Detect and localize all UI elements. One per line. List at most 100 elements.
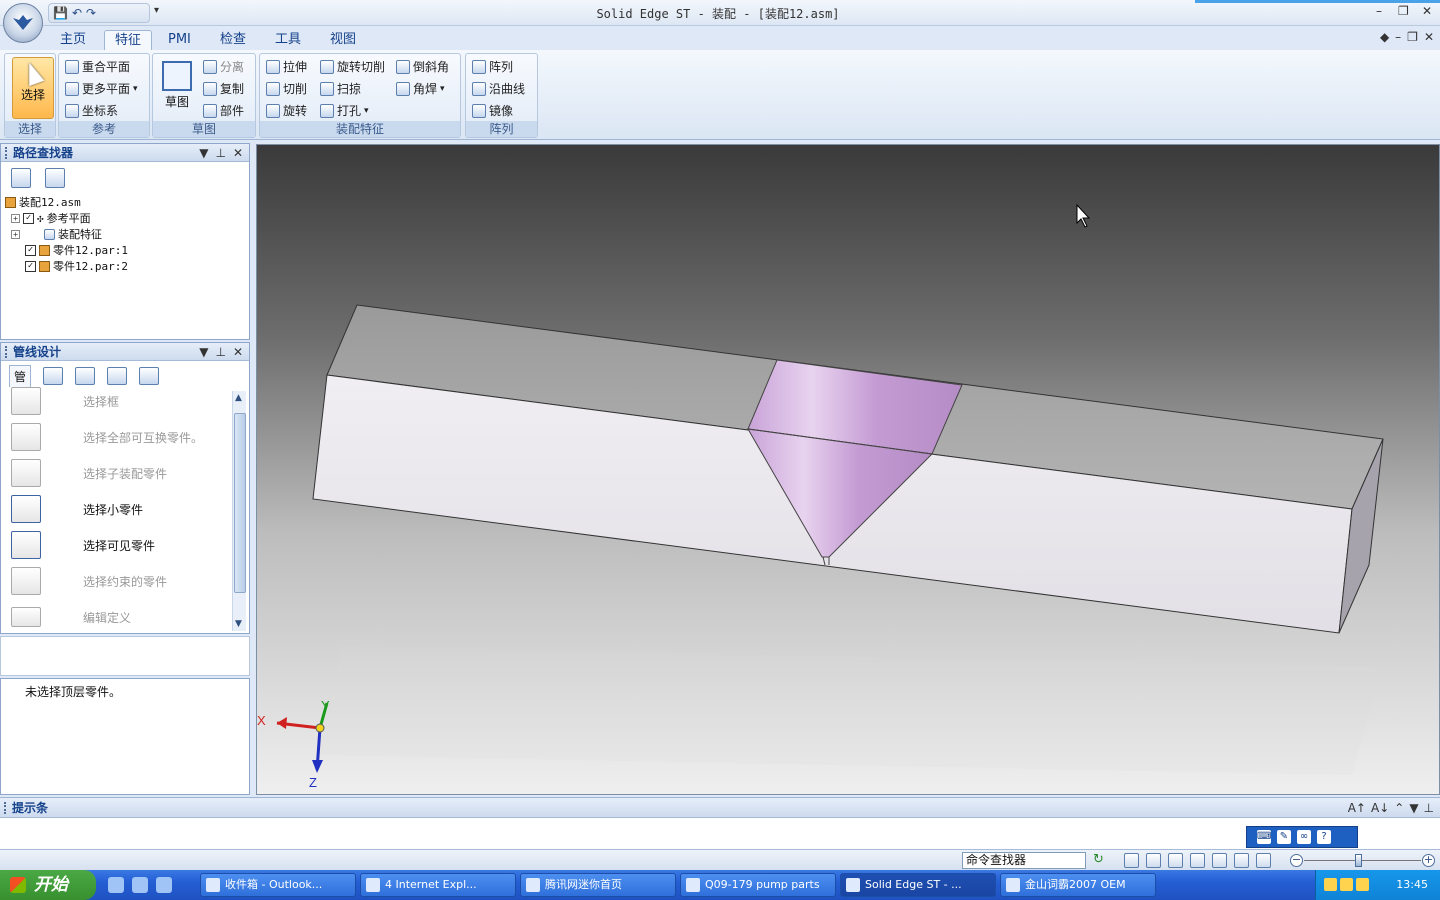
tray-icon[interactable] <box>1356 878 1369 891</box>
tree-item-assembly-features[interactable]: + 装配特征 <box>11 226 102 242</box>
grip-icon[interactable] <box>5 147 7 159</box>
panel-menu-icon[interactable]: ▼ <box>1409 798 1418 818</box>
app-icon[interactable] <box>132 877 148 893</box>
app-icon[interactable] <box>156 877 172 893</box>
pattern-button[interactable]: 阵列 <box>472 58 513 75</box>
checkbox[interactable]: ✓ <box>23 212 34 224</box>
checkbox[interactable]: ✓ <box>25 244 36 256</box>
doc-restore-icon[interactable]: ❐ <box>1407 30 1418 44</box>
zoom-area-icon[interactable] <box>1124 853 1139 868</box>
option-select-interchangeable[interactable]: 选择全部可互换零件。 <box>11 422 203 452</box>
sketch-button[interactable]: 草图 <box>156 56 198 118</box>
close-button[interactable]: ✕ <box>1422 4 1432 18</box>
wireframe-view-icon[interactable] <box>1256 853 1271 868</box>
help-icon[interactable]: ? <box>1317 830 1331 844</box>
font-larger-icon[interactable]: A↑ <box>1348 798 1366 818</box>
glasses-icon[interactable]: ∞ <box>1297 830 1311 844</box>
zoom-slider[interactable]: − + <box>1290 853 1435 868</box>
application-button[interactable] <box>3 3 43 43</box>
graphics-viewport[interactable]: X Y Z <box>256 144 1440 795</box>
checkbox[interactable]: ✓ <box>25 260 36 272</box>
pan-icon[interactable] <box>1190 853 1205 868</box>
more-planes-button[interactable]: 更多平面 ▾ <box>65 80 138 97</box>
fit-icon[interactable] <box>1168 853 1183 868</box>
collapse-icon[interactable]: ⌃ <box>1394 798 1404 818</box>
tab-features[interactable]: 特征 <box>104 30 153 50</box>
tab-view[interactable]: 视图 <box>320 30 366 50</box>
doc-close-icon[interactable]: ✕ <box>1424 30 1434 44</box>
revolve-button[interactable]: 旋转 <box>266 102 307 119</box>
tree-root[interactable]: 装配12.asm <box>5 194 81 210</box>
scroll-thumb[interactable] <box>234 413 246 593</box>
chamfer-button[interactable]: 倒斜角 <box>396 58 449 75</box>
command-finder-input[interactable]: 命令查找器 <box>962 852 1086 869</box>
settings-icon[interactable] <box>45 168 65 188</box>
sweep-button[interactable]: 扫掠 <box>320 80 361 97</box>
pin-icon[interactable]: ⊥ <box>215 144 225 162</box>
restore-button[interactable]: ❐ <box>1398 4 1409 18</box>
panel-menu-icon[interactable]: ▼ <box>199 144 208 162</box>
tab-pmi[interactable]: PMI <box>158 30 201 50</box>
assembly-tree-icon[interactable] <box>11 168 31 188</box>
tab-inspect[interactable]: 检查 <box>210 30 256 50</box>
zoom-icon[interactable] <box>1146 853 1161 868</box>
pen-icon[interactable]: ✎ <box>1277 830 1291 844</box>
tray-icon[interactable] <box>1324 878 1337 891</box>
task-dictionary[interactable]: 金山词霸2007 OEM <box>1000 873 1156 897</box>
cut-button[interactable]: 切削 <box>266 80 307 97</box>
zoom-in-icon[interactable]: + <box>1422 854 1435 867</box>
panel-close-icon[interactable]: ✕ <box>233 343 243 361</box>
fillet-weld-button[interactable]: 角焊 ▾ <box>396 80 445 97</box>
tree-item-reference-planes[interactable]: + ✓ ✣ 参考平面 <box>11 210 91 226</box>
keyboard-icon[interactable]: ⌨ <box>1257 830 1271 844</box>
tab-home[interactable]: 主页 <box>50 30 96 50</box>
scroll-up-icon[interactable]: ▲ <box>235 393 242 403</box>
component-button[interactable]: 部件 <box>203 102 244 119</box>
task-folder[interactable]: Q09-179 pump parts <box>680 873 836 897</box>
panel-menu-icon[interactable]: ▼ <box>199 343 208 361</box>
tab-tools[interactable]: 工具 <box>265 30 311 50</box>
zoom-knob[interactable] <box>1355 854 1362 867</box>
start-button[interactable]: 开始 <box>0 870 96 900</box>
separate-button[interactable]: 分离 <box>203 58 244 75</box>
tray-icon[interactable] <box>1340 878 1353 891</box>
coordinate-system-button[interactable]: 坐标系 <box>65 102 118 119</box>
doc-minimize-icon[interactable]: – <box>1395 30 1401 44</box>
expand-icon[interactable]: + <box>11 229 20 239</box>
font-smaller-icon[interactable]: A↓ <box>1371 798 1389 818</box>
copy-button[interactable]: 复制 <box>203 80 244 97</box>
layers-icon[interactable] <box>139 367 160 385</box>
structure-icon[interactable] <box>75 367 96 385</box>
option-select-visible-parts[interactable]: 选择可见零件 <box>11 530 155 560</box>
hole-button[interactable]: 打孔 ▾ <box>320 102 369 119</box>
shaded-view-icon[interactable] <box>1234 853 1249 868</box>
zoom-out-icon[interactable]: − <box>1290 854 1303 867</box>
along-curve-button[interactable]: 沿曲线 <box>472 80 525 97</box>
mirror-button[interactable]: 镜像 <box>472 102 513 119</box>
minimize-button[interactable]: – <box>1376 4 1382 18</box>
rotate-icon[interactable] <box>1212 853 1227 868</box>
pin-icon[interactable]: ⊥ <box>1424 798 1434 818</box>
coincident-plane-button[interactable]: 重合平面 <box>65 58 130 75</box>
tab-pipe[interactable]: 管 <box>9 365 32 387</box>
extrude-button[interactable]: 拉伸 <box>266 58 307 75</box>
panel-close-icon[interactable]: ✕ <box>233 144 243 162</box>
grip-icon[interactable] <box>5 346 7 358</box>
scroll-down-icon[interactable]: ▼ <box>235 619 242 629</box>
task-tencent[interactable]: 腾讯网迷你首页 <box>520 873 676 897</box>
tree-item-part-2[interactable]: ✓ 零件12.par:2 <box>25 258 128 274</box>
expand-icon[interactable]: + <box>11 213 20 223</box>
task-outlook[interactable]: 收件箱 - Outlook... <box>200 873 356 897</box>
folder-icon[interactable] <box>107 367 128 385</box>
option-select-constrained[interactable]: 选择约束的零件 <box>11 566 167 596</box>
parts-icon[interactable] <box>43 367 64 385</box>
pipeline-scrollbar[interactable]: ▲ ▼ <box>232 391 246 631</box>
tree-item-part-1[interactable]: ✓ 零件12.par:1 <box>25 242 128 258</box>
select-button[interactable]: 选择 <box>12 57 54 119</box>
help-icon[interactable]: ◆ <box>1380 30 1389 44</box>
task-internet-explorer[interactable]: 4 Internet Expl... <box>360 873 516 897</box>
option-select-box[interactable]: 选择框 <box>11 386 119 416</box>
refresh-icon[interactable]: ↻ <box>1093 852 1104 867</box>
pin-icon[interactable]: ⊥ <box>215 343 225 361</box>
option-edit-definition[interactable]: 编辑定义 <box>11 605 131 629</box>
